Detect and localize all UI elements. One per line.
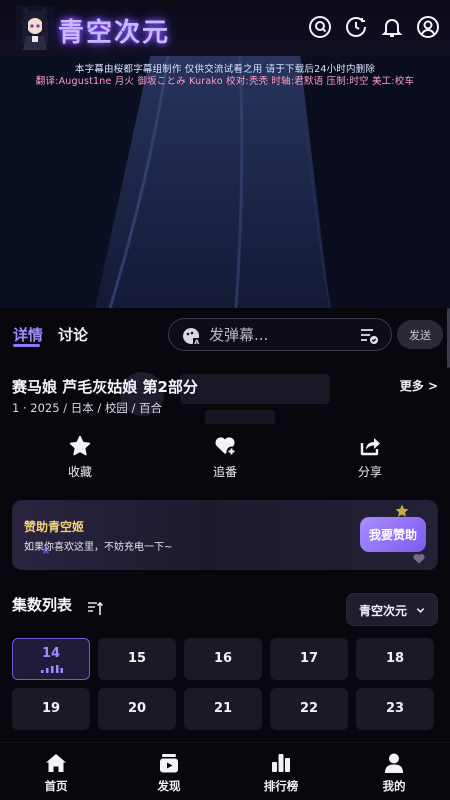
history-icon[interactable] [344, 15, 368, 39]
danmaku-input-box[interactable]: A [168, 318, 392, 351]
svg-text:A: A [194, 338, 199, 346]
nav-ranking-label: 排行榜 [263, 779, 299, 793]
home-icon [46, 754, 66, 772]
source-selected-value: 青空次元 [359, 604, 408, 618]
episode-button[interactable]: 19 [12, 688, 90, 730]
app-header: 青空次元 [0, 0, 450, 56]
sponsor-description: 如果你喜欢这里，不妨充电一下~ [24, 542, 173, 553]
sponsor-title: 赞助青空姬 [24, 520, 85, 534]
danmaku-settings-icon[interactable] [359, 326, 379, 346]
episode-button[interactable]: 18 [356, 638, 434, 680]
nav-discover-label: 发现 [157, 779, 181, 793]
nav-ranking[interactable]: 排行榜 [236, 753, 326, 794]
episode-list-heading: 集数列表 [12, 596, 73, 614]
nav-profile-label: 我的 [382, 779, 406, 793]
anime-info-section: 赛马娘 芦毛灰姑娘 第2部分 更多 > 1 · 2025 / 日本 / 校园 /… [0, 360, 450, 500]
star-icon [69, 435, 91, 456]
sponsor-banner[interactable]: 赞助青空姬 如果你喜欢这里，不妨充电一下~ 我要赞助 [12, 500, 438, 570]
episode-button[interactable]: 23 [356, 688, 434, 730]
anime-title: 赛马娘 芦毛灰姑娘 第2部分 [12, 378, 198, 396]
ranking-icon [272, 754, 290, 772]
favorite-action[interactable]: 收藏 [40, 434, 120, 480]
nav-discover[interactable]: 发现 [124, 753, 214, 794]
episode-button[interactable]: 15 [98, 638, 176, 680]
episode-button[interactable]: 22 [270, 688, 348, 730]
video-frame [0, 56, 450, 308]
profile-icon [385, 753, 403, 773]
episode-button[interactable]: 20 [98, 688, 176, 730]
heart-add-icon [215, 437, 237, 457]
nav-profile[interactable]: 我的 [349, 753, 439, 794]
nav-home[interactable]: 首页 [11, 753, 101, 794]
decor-heart-icon [413, 553, 425, 564]
subtitle-staff-line: 翻译:August1ne 月火 御坂ことみ Kurako 校对:秃秃 时轴:君默… [35, 76, 415, 87]
discover-icon [160, 754, 178, 773]
nav-home-label: 首页 [44, 779, 68, 793]
episode-button[interactable]: 16 [184, 638, 262, 680]
share-action[interactable]: 分享 [330, 434, 410, 480]
share-icon [360, 438, 380, 456]
episode-button[interactable]: 21 [184, 688, 262, 730]
share-label: 分享 [357, 465, 382, 479]
sponsor-button[interactable]: 我要赞助 [360, 517, 426, 552]
video-player[interactable]: 本字幕由桜都字幕组制作 仅供交流试看之用 请于下载后24小时内删除 翻译:Aug… [0, 56, 450, 308]
playing-bars-icon [41, 665, 63, 673]
mascot-avatar[interactable] [16, 6, 54, 50]
more-details-link[interactable]: 更多 > [400, 377, 438, 394]
send-danmaku-button[interactable]: 发送 [397, 320, 443, 349]
episode-button[interactable]: 14 [12, 638, 90, 680]
bell-icon[interactable] [380, 15, 404, 39]
danmaku-input[interactable] [209, 323, 349, 347]
anime-meta: 1 · 2025 / 日本 / 校园 / 百合 [12, 401, 163, 415]
chevron-down-icon [416, 608, 425, 614]
active-tab-indicator [13, 344, 40, 347]
search-icon[interactable] [308, 15, 332, 39]
source-selector[interactable]: 青空次元 [346, 593, 438, 626]
favorite-label: 收藏 [67, 465, 92, 479]
app-brand-logo[interactable]: 青空次元 [58, 12, 170, 49]
tab-discussion[interactable]: 讨论 [58, 324, 88, 345]
episode-number: 14 [41, 646, 61, 661]
user-icon[interactable] [416, 15, 440, 39]
follow-label: 追番 [212, 465, 237, 479]
bottom-navigation: 首页 发现 排行榜 我的 [0, 742, 450, 800]
episode-button[interactable]: 17 [270, 638, 348, 680]
follow-action[interactable]: 追番 [185, 434, 265, 480]
danmaku-style-icon[interactable]: A [181, 326, 201, 346]
site-watermark [120, 372, 330, 424]
tab-details[interactable]: 详情 [13, 324, 43, 345]
sort-icon[interactable] [86, 599, 104, 617]
